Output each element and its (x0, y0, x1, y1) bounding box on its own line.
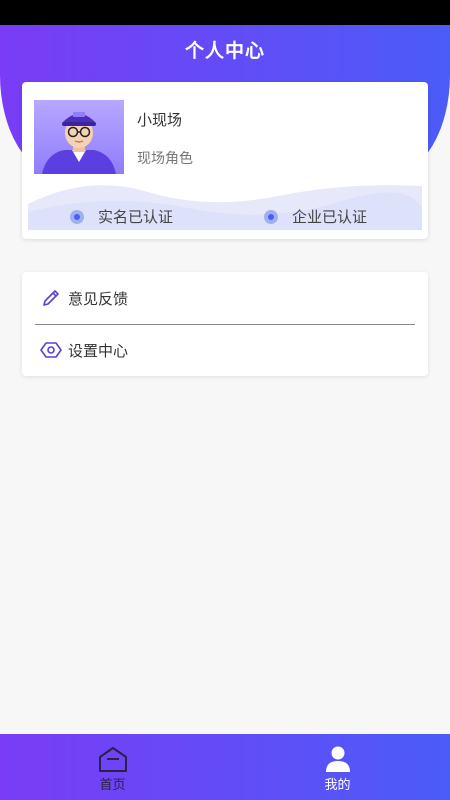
user-name: 小现场 (137, 111, 183, 129)
avatar[interactable] (34, 100, 124, 174)
pencil-icon (43, 290, 59, 306)
tab-home[interactable]: 首页 (0, 734, 225, 800)
check-dot-icon (70, 209, 84, 224)
hexagon-settings-icon (40, 342, 62, 358)
badge-label: 实名已认证 (98, 208, 174, 226)
menu-card: 意见反馈 设置中心 (22, 272, 428, 376)
page-title: 个人中心 (184, 40, 265, 62)
menu-item-feedback[interactable]: 意见反馈 (22, 272, 428, 324)
person-icon (325, 746, 350, 772)
home-icon (98, 747, 127, 772)
menu-item-label: 设置中心 (68, 341, 129, 360)
check-dot-icon (264, 209, 278, 224)
badge-label: 企业已认证 (292, 208, 368, 226)
verified-realname-badge: 实名已认证 (70, 206, 173, 227)
profile-card: 小现场 现场角色 实名已认证 企业已认证 (22, 82, 428, 239)
tab-label: 首页 (99, 778, 126, 793)
tab-label: 我的 (324, 778, 351, 793)
verified-company-badge: 企业已认证 (264, 206, 367, 227)
menu-item-label: 意见反馈 (68, 289, 129, 308)
status-bar (0, 0, 450, 25)
user-role: 现场角色 (137, 151, 193, 167)
tab-mine[interactable]: 我的 (225, 734, 450, 800)
menu-item-settings[interactable]: 设置中心 (22, 324, 428, 376)
bottom-tab-bar: 首页 我的 (0, 734, 450, 800)
